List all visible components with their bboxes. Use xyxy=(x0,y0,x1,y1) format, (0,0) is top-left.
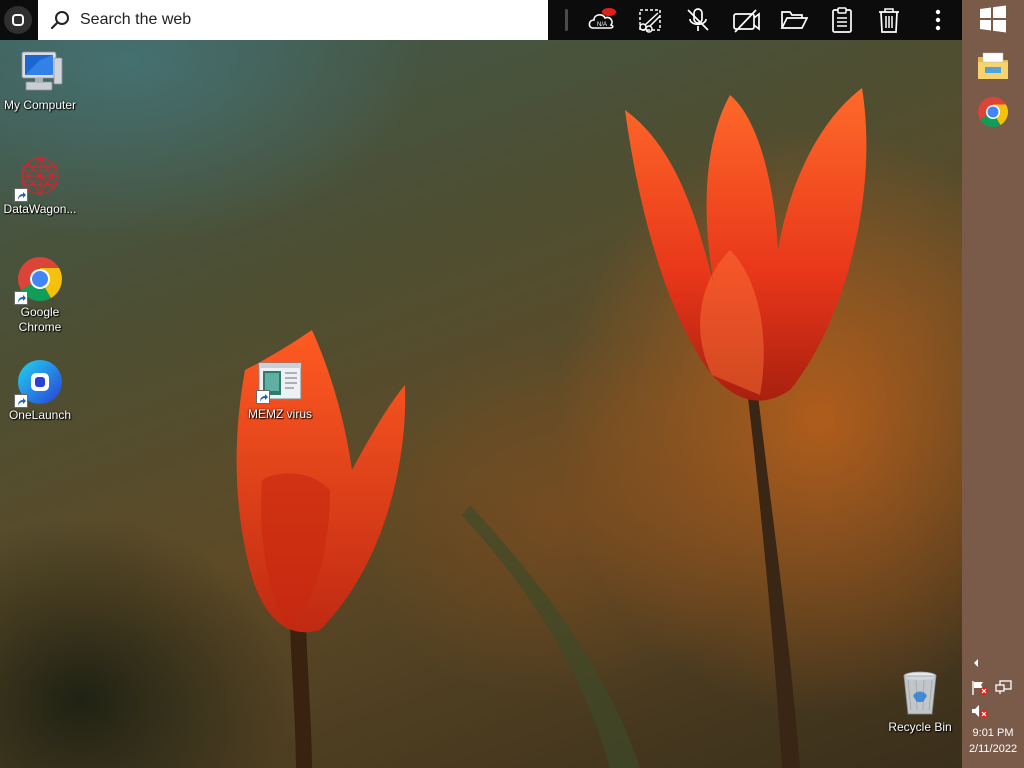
shortcut-arrow-icon xyxy=(14,394,28,408)
desktop-icon-google-chrome[interactable]: Google Chrome xyxy=(0,255,80,335)
camera-off-button[interactable] xyxy=(730,4,762,36)
clock-date[interactable]: 2/11/2022 xyxy=(962,743,1024,755)
vertical-taskbar: 9:01 PM 2/11/2022 xyxy=(962,0,1024,768)
cloud-badge-text: N/A xyxy=(597,22,607,28)
volume-muted-icon[interactable] xyxy=(971,704,989,720)
camera-off-icon xyxy=(733,9,760,33)
clipboard-icon xyxy=(832,7,852,33)
desktop-icon-label: My Computer xyxy=(3,98,77,112)
tray-expand-chevron-icon[interactable] xyxy=(972,658,980,668)
start-button[interactable] xyxy=(979,5,1007,33)
computer-icon xyxy=(21,51,63,91)
windows-start-icon xyxy=(980,5,1006,33)
search-input[interactable] xyxy=(78,10,522,30)
home-icon xyxy=(12,14,24,26)
top-toolbar: N/A xyxy=(0,0,962,40)
trash-icon xyxy=(879,8,899,33)
toolbar-divider xyxy=(565,9,568,31)
recycle-bin-icon xyxy=(903,671,937,715)
desktop-icon-recycle-bin[interactable]: Recycle Bin xyxy=(880,670,960,735)
snip-button[interactable] xyxy=(634,4,666,36)
mic-off-button[interactable] xyxy=(682,4,714,36)
network-icon[interactable] xyxy=(995,680,1013,696)
tulip-wallpaper-art xyxy=(236,88,867,768)
desktop-icon-datawagon[interactable]: DataWagon... xyxy=(0,152,80,217)
home-button[interactable] xyxy=(4,6,32,34)
desktop-wallpaper xyxy=(0,0,962,768)
file-explorer-icon xyxy=(978,52,1008,79)
open-folder-button[interactable] xyxy=(778,4,810,36)
trash-button[interactable] xyxy=(873,4,905,36)
more-menu-button[interactable] xyxy=(922,4,954,36)
search-icon xyxy=(50,11,69,30)
chrome-icon xyxy=(978,96,1009,128)
desktop-icon-memz-virus[interactable]: MEMZ virus xyxy=(240,362,320,422)
desktop-icon-label: Recycle Bin xyxy=(888,720,952,734)
shortcut-arrow-icon xyxy=(14,291,28,305)
cloud-status-button[interactable]: N/A xyxy=(586,4,618,36)
more-vertical-icon xyxy=(935,9,941,31)
shortcut-arrow-icon xyxy=(14,188,28,202)
desktop-icon-my-computer[interactable]: My Computer xyxy=(0,48,80,113)
open-folder-icon xyxy=(780,11,808,29)
desktop-icon-label: OneLaunch xyxy=(8,408,72,422)
search-bar[interactable] xyxy=(38,0,548,40)
desktop-icon-label: DataWagon... xyxy=(3,202,77,216)
mic-off-icon xyxy=(687,8,709,31)
desktop-icon-label: Google Chrome xyxy=(18,305,62,334)
snip-icon xyxy=(639,9,661,33)
cloud-status-icon: N/A xyxy=(588,8,616,29)
chrome-taskbar-button[interactable] xyxy=(977,96,1009,128)
shortcut-arrow-icon xyxy=(256,390,270,404)
clock-time[interactable]: 9:01 PM xyxy=(962,727,1024,739)
desktop-icon-onelaunch[interactable]: OneLaunch xyxy=(0,358,80,423)
clipboard-button[interactable] xyxy=(826,4,858,36)
action-center-flag-icon[interactable] xyxy=(971,680,989,696)
file-explorer-taskbar-button[interactable] xyxy=(977,50,1009,82)
desktop-icon-label: MEMZ virus xyxy=(248,407,312,421)
